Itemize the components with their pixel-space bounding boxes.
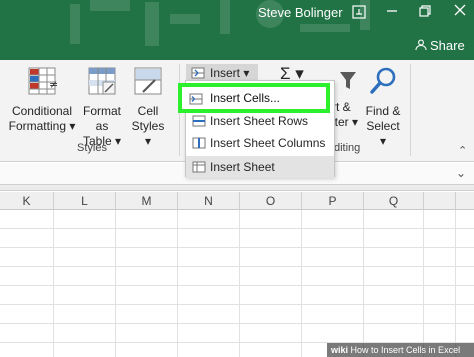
cell-grid[interactable] [0,210,474,357]
insert-icon [191,67,205,79]
sort-filter-label-1: rt & [332,100,351,114]
filter-icon [340,72,356,89]
grid-line [423,210,424,357]
styles-group-label: Styles [77,142,107,154]
cell-styles-label-2: Styles ▾ [131,119,165,148]
sort-filter-label-2: lter ▾ [332,115,359,129]
menu-item-insert-sheet-rows[interactable]: Insert Sheet Rows [186,110,334,132]
user-name[interactable]: Steve Bolinger [258,5,343,20]
grid-line [115,210,116,357]
menu-item-label: Insert Sheet Rows [210,114,309,128]
column-header[interactable]: L [54,192,116,210]
format-as-table-icon [88,67,116,95]
share-icon [415,39,427,51]
share-button[interactable]: Share [415,38,465,53]
grid-line [53,210,54,357]
close-icon[interactable] [454,4,466,19]
grid-top-spacer [0,185,474,191]
format-as-table-button[interactable]: Format as Table ▾ [76,66,128,149]
collapse-ribbon-icon[interactable]: ⌃ [458,144,467,157]
menu-item-label: Insert Cells... [210,91,281,105]
wikihow-watermark: wiki How to Insert Cells in Excel [327,343,474,357]
grid-line [301,210,302,357]
grid-line [177,210,178,357]
column-header[interactable]: M [116,192,178,210]
menu-item-insert-sheet[interactable]: Insert Sheet [186,156,334,178]
conditional-formatting-label-1: Conditional [11,104,73,118]
watermark-prefix: wiki [331,345,349,355]
sort-filter-button[interactable]: rt & lter ▾ [332,100,362,130]
share-label: Share [430,38,465,53]
column-header-empty[interactable] [424,192,456,210]
account-icon[interactable] [352,5,366,22]
grid-line [0,304,474,305]
column-header[interactable]: O [240,192,302,210]
insert-cells-icon [189,93,203,105]
conditional-formatting-icon: ≠ [28,67,58,95]
cell-styles-label-1: Cell [137,104,159,118]
svg-text:≠: ≠ [49,78,57,91]
column-header[interactable]: Q [364,192,424,210]
grid-line [0,323,474,324]
column-header[interactable]: K [0,192,54,210]
conditional-formatting-label-2: Formatting ▾ [8,119,76,133]
ribbon-separator-2 [410,64,411,156]
grid-line [363,210,364,357]
grid-line [455,210,456,357]
insert-columns-icon [192,137,206,149]
insert-rows-icon [192,115,206,127]
column-header[interactable]: N [178,192,240,210]
insert-sheet-icon [192,161,206,173]
grid-line [0,228,474,229]
menu-item-insert-cells[interactable]: Insert Cells... [178,83,330,113]
format-as-table-label-1: Format as [82,104,121,133]
grid-line [0,247,474,248]
magnifier-icon [370,67,396,94]
column-header[interactable]: P [302,192,364,210]
grid-line [239,210,240,357]
find-select-label-2: Select ▾ [366,119,400,148]
watermark-text: How to Insert Cells in Excel [350,345,461,355]
editing-group-label: diting [334,142,361,154]
conditional-formatting-button[interactable]: ≠ Conditional Formatting ▾ [8,66,76,134]
menu-item-label: Insert Sheet Columns [210,136,326,150]
minimize-icon[interactable] [386,5,398,20]
cell-styles-button[interactable]: Cell Styles ▾ [128,66,168,149]
column-headers: K L M N O P Q [0,192,474,210]
title-bar: Steve Bolinger Share [0,0,474,60]
menu-item-insert-sheet-columns[interactable]: Insert Sheet Columns [186,132,334,154]
grid-line [0,285,474,286]
restore-window-icon[interactable] [419,5,431,20]
find-select-button[interactable]: Find & Select ▾ [362,66,404,149]
menu-item-label: Insert Sheet [210,160,275,174]
expand-formula-bar-icon[interactable]: ⌄ [456,166,466,180]
grid-line [0,266,474,267]
find-select-label-1: Find & [365,104,401,118]
cell-styles-icon [134,67,162,95]
